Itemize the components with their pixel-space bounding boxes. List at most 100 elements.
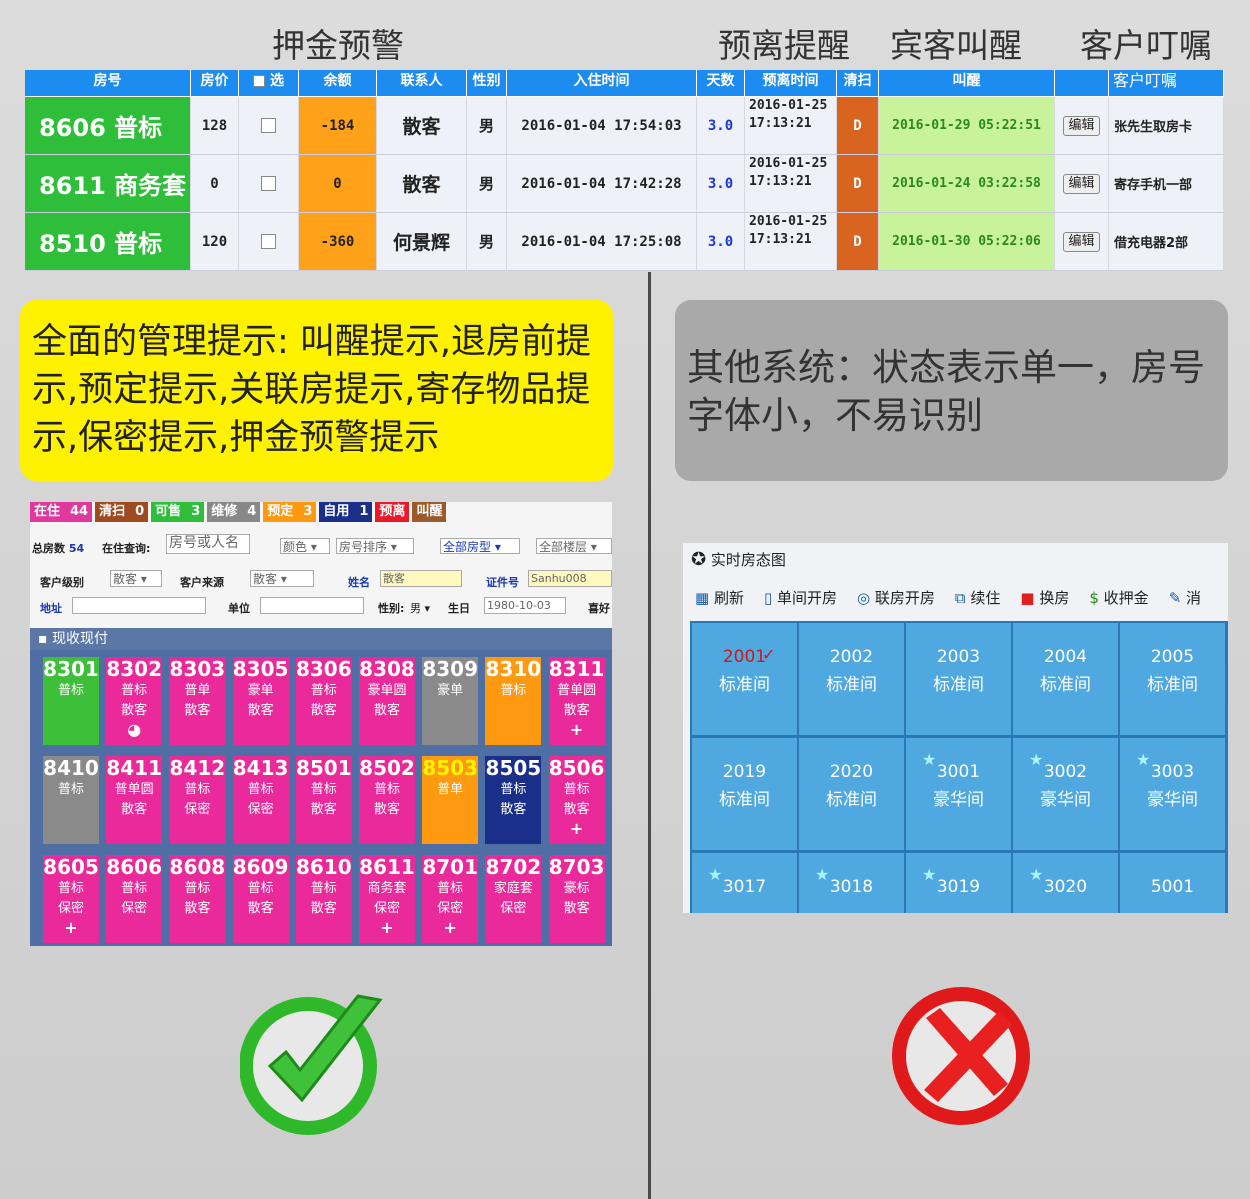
status-7[interactable]: 叫醒 — [412, 502, 447, 522]
edit-button[interactable]: 编辑 — [1063, 115, 1100, 136]
rt-room-cell[interactable]: ★ 3020 — [1013, 853, 1118, 913]
rt-tool-button[interactable]: ▦ 刷新 — [695, 587, 744, 608]
room-cell[interactable]: 8506 普标 散客 + — [548, 756, 605, 844]
cell-checkout: 2016-01-25 17:13:21 — [745, 97, 837, 154]
rt-tool-label: 单间开房 — [777, 589, 838, 607]
room-cell[interactable]: 8413 普标 保密 — [232, 756, 289, 844]
rt-room-type: 标准间 — [1040, 675, 1091, 695]
room-cell[interactable]: 8310 普标 — [485, 657, 542, 745]
room-cell[interactable]: 8606 普标 保密 — [106, 855, 163, 943]
room-t1: 普单圆 — [557, 683, 597, 698]
rt-room-cell[interactable]: ★ 3019 — [906, 853, 1011, 913]
room-cell[interactable]: 8701 普标 保密 + — [422, 855, 479, 943]
rt-room-cell[interactable]: 5001 — [1120, 853, 1225, 913]
rt-tool-button[interactable]: ◎ 联房开房 — [857, 587, 935, 608]
table-row[interactable]: 8510 普标 120 -360 何景辉男 2016-01-04 17:25:08 3.0… — [25, 213, 1224, 271]
birthday-input[interactable]: 1980-10-03 — [484, 597, 566, 614]
room-cell[interactable]: 8611 商务套 保密 + — [359, 855, 415, 943]
cell-price: 0 — [191, 155, 239, 212]
address-input[interactable] — [72, 597, 206, 614]
row-checkbox[interactable] — [261, 118, 276, 133]
rt-room-cell[interactable]: ★ 3017 — [692, 853, 797, 913]
room-cell[interactable]: 8702 家庭套 保密 — [485, 855, 542, 943]
rt-tool-button[interactable]: $ 收押金 — [1089, 587, 1148, 608]
room-cell[interactable]: 8303 普单 散客 — [169, 657, 226, 745]
room-cell[interactable]: 8308 豪单圆 散客 — [359, 657, 415, 745]
rt-room-cell[interactable]: 2004 标准间 — [1013, 623, 1118, 735]
room-cell[interactable]: 8411 普单圆 散客 — [106, 756, 163, 844]
source-select[interactable]: 散客 ▾ — [250, 570, 314, 587]
room-cell[interactable]: 8608 普标 散客 — [169, 855, 226, 943]
room-t2: 散客 — [184, 703, 211, 718]
room-cell[interactable]: 8609 普标 散客 — [232, 855, 289, 943]
rt-room-cell[interactable]: 2001 ✓ 标准间 — [692, 623, 797, 735]
room-cell[interactable]: 8501 普标 散客 — [295, 756, 352, 844]
room-cell[interactable]: 8311 普单圆 散客 + — [548, 657, 605, 745]
rt-room-cell[interactable]: 2002 标准间 — [799, 623, 904, 735]
sex-select[interactable]: 男 ▾ — [410, 600, 430, 616]
edit-button[interactable]: 编辑 — [1063, 231, 1100, 252]
room-cell[interactable]: 8302 普标 散客 ◕ — [106, 657, 163, 745]
room-type-select[interactable]: 全部房型 ▾ — [440, 538, 520, 554]
table-row[interactable]: 8611 商务套 0 0 散客男 2016-01-04 17:42:28 3.0 2016-… — [25, 155, 1224, 213]
room-cell[interactable]: 8412 普标 保密 — [169, 756, 226, 844]
rt-tool-button[interactable]: ⧉ 续住 — [955, 587, 1001, 608]
cell-checkin: 2016-01-04 17:42:28 — [507, 155, 697, 212]
cell-checkout: 2016-01-25 17:13:21 — [745, 213, 837, 270]
room-num: 8605 — [43, 855, 99, 879]
room-cell[interactable]: 8305 豪单 散客 — [232, 657, 289, 745]
id-input[interactable]: Sanhu008 — [528, 570, 612, 587]
rt-room-cell[interactable]: ★ 3002 豪华间 — [1013, 738, 1118, 850]
rt-room-cell[interactable]: 2003 标准间 — [906, 623, 1011, 735]
rt-room-cell[interactable]: ★ 3001 豪华间 — [906, 738, 1011, 850]
rt-tool-button[interactable]: ▯ 单间开房 — [764, 587, 837, 608]
color-select[interactable]: 颜色 ▾ — [280, 538, 330, 554]
room-cell[interactable]: 8410 普标 — [43, 756, 99, 844]
status-1[interactable]: 清扫 0 — [95, 502, 149, 522]
room-mk: + — [569, 819, 584, 838]
rt-tool-button[interactable]: ■ 换房 — [1020, 587, 1069, 608]
room-t2: 散客 — [310, 703, 337, 718]
room-cell[interactable]: 8505 普标 散客 — [485, 756, 542, 844]
status-count: 0 — [135, 504, 145, 519]
status-2[interactable]: 可售 3 — [151, 502, 205, 522]
status-6[interactable]: 预离 — [375, 502, 410, 522]
status-4[interactable]: 预定 3 — [263, 502, 317, 522]
room-cell[interactable]: 8502 普标 散客 — [359, 756, 415, 844]
name-input[interactable]: 散客 — [380, 570, 462, 587]
status-5[interactable]: 自用 1 — [319, 502, 373, 522]
rt-room-cell[interactable]: ★ 3018 — [799, 853, 904, 913]
room-cell[interactable]: 8309 豪单 — [422, 657, 479, 745]
unit-input[interactable] — [260, 597, 364, 614]
star-icon: ★ — [1029, 865, 1044, 884]
room-cell[interactable]: 8306 普标 散客 — [295, 657, 352, 745]
rt-tool-button[interactable]: ✎ 消 — [1169, 587, 1201, 608]
room-mk: + — [443, 918, 457, 937]
room-t1: 普标 — [247, 881, 274, 896]
floor-select[interactable]: 全部楼层 ▾ — [536, 538, 612, 554]
search-input[interactable]: 房号或人名 — [166, 534, 250, 554]
row-checkbox[interactable] — [261, 234, 276, 249]
level-select[interactable]: 散客 ▾ — [110, 570, 162, 587]
room-cell[interactable]: 8703 豪标 散客 — [548, 855, 605, 943]
room-cell[interactable]: 8605 普标 保密 + — [43, 855, 99, 943]
col-select[interactable]: 选 — [239, 70, 299, 96]
rt-room-cell[interactable]: ★ 3003 豪华间 — [1120, 738, 1225, 850]
status-0[interactable]: 在住 44 — [30, 502, 93, 522]
room-num: 8608 — [169, 855, 226, 879]
rt-room-cell[interactable]: 2019 标准间 — [692, 738, 797, 850]
room-cell[interactable]: 8610 普标 散客 — [295, 855, 352, 943]
table-row[interactable]: 8606 普标 128 -184 散客男 2016-01-04 17:54:03 3.0 2… — [25, 97, 1224, 155]
select-all-checkbox[interactable] — [253, 75, 266, 87]
room-cell[interactable]: 8503 普单 — [422, 756, 479, 844]
rt-room-cell[interactable]: 2020 标准间 — [799, 738, 904, 850]
sort-select[interactable]: 房号排序 ▾ — [336, 538, 414, 554]
room-num: 8505 — [485, 756, 542, 780]
status-3[interactable]: 维修 4 — [207, 502, 261, 522]
row-checkbox[interactable] — [261, 176, 276, 191]
rt-room-cell[interactable]: 2005 标准间 — [1120, 623, 1225, 735]
room-cell[interactable]: 8301 普标 — [43, 657, 99, 745]
room-t1: 普标 — [373, 782, 400, 797]
edit-button[interactable]: 编辑 — [1063, 173, 1100, 194]
room-t2: 散客 — [563, 703, 590, 718]
